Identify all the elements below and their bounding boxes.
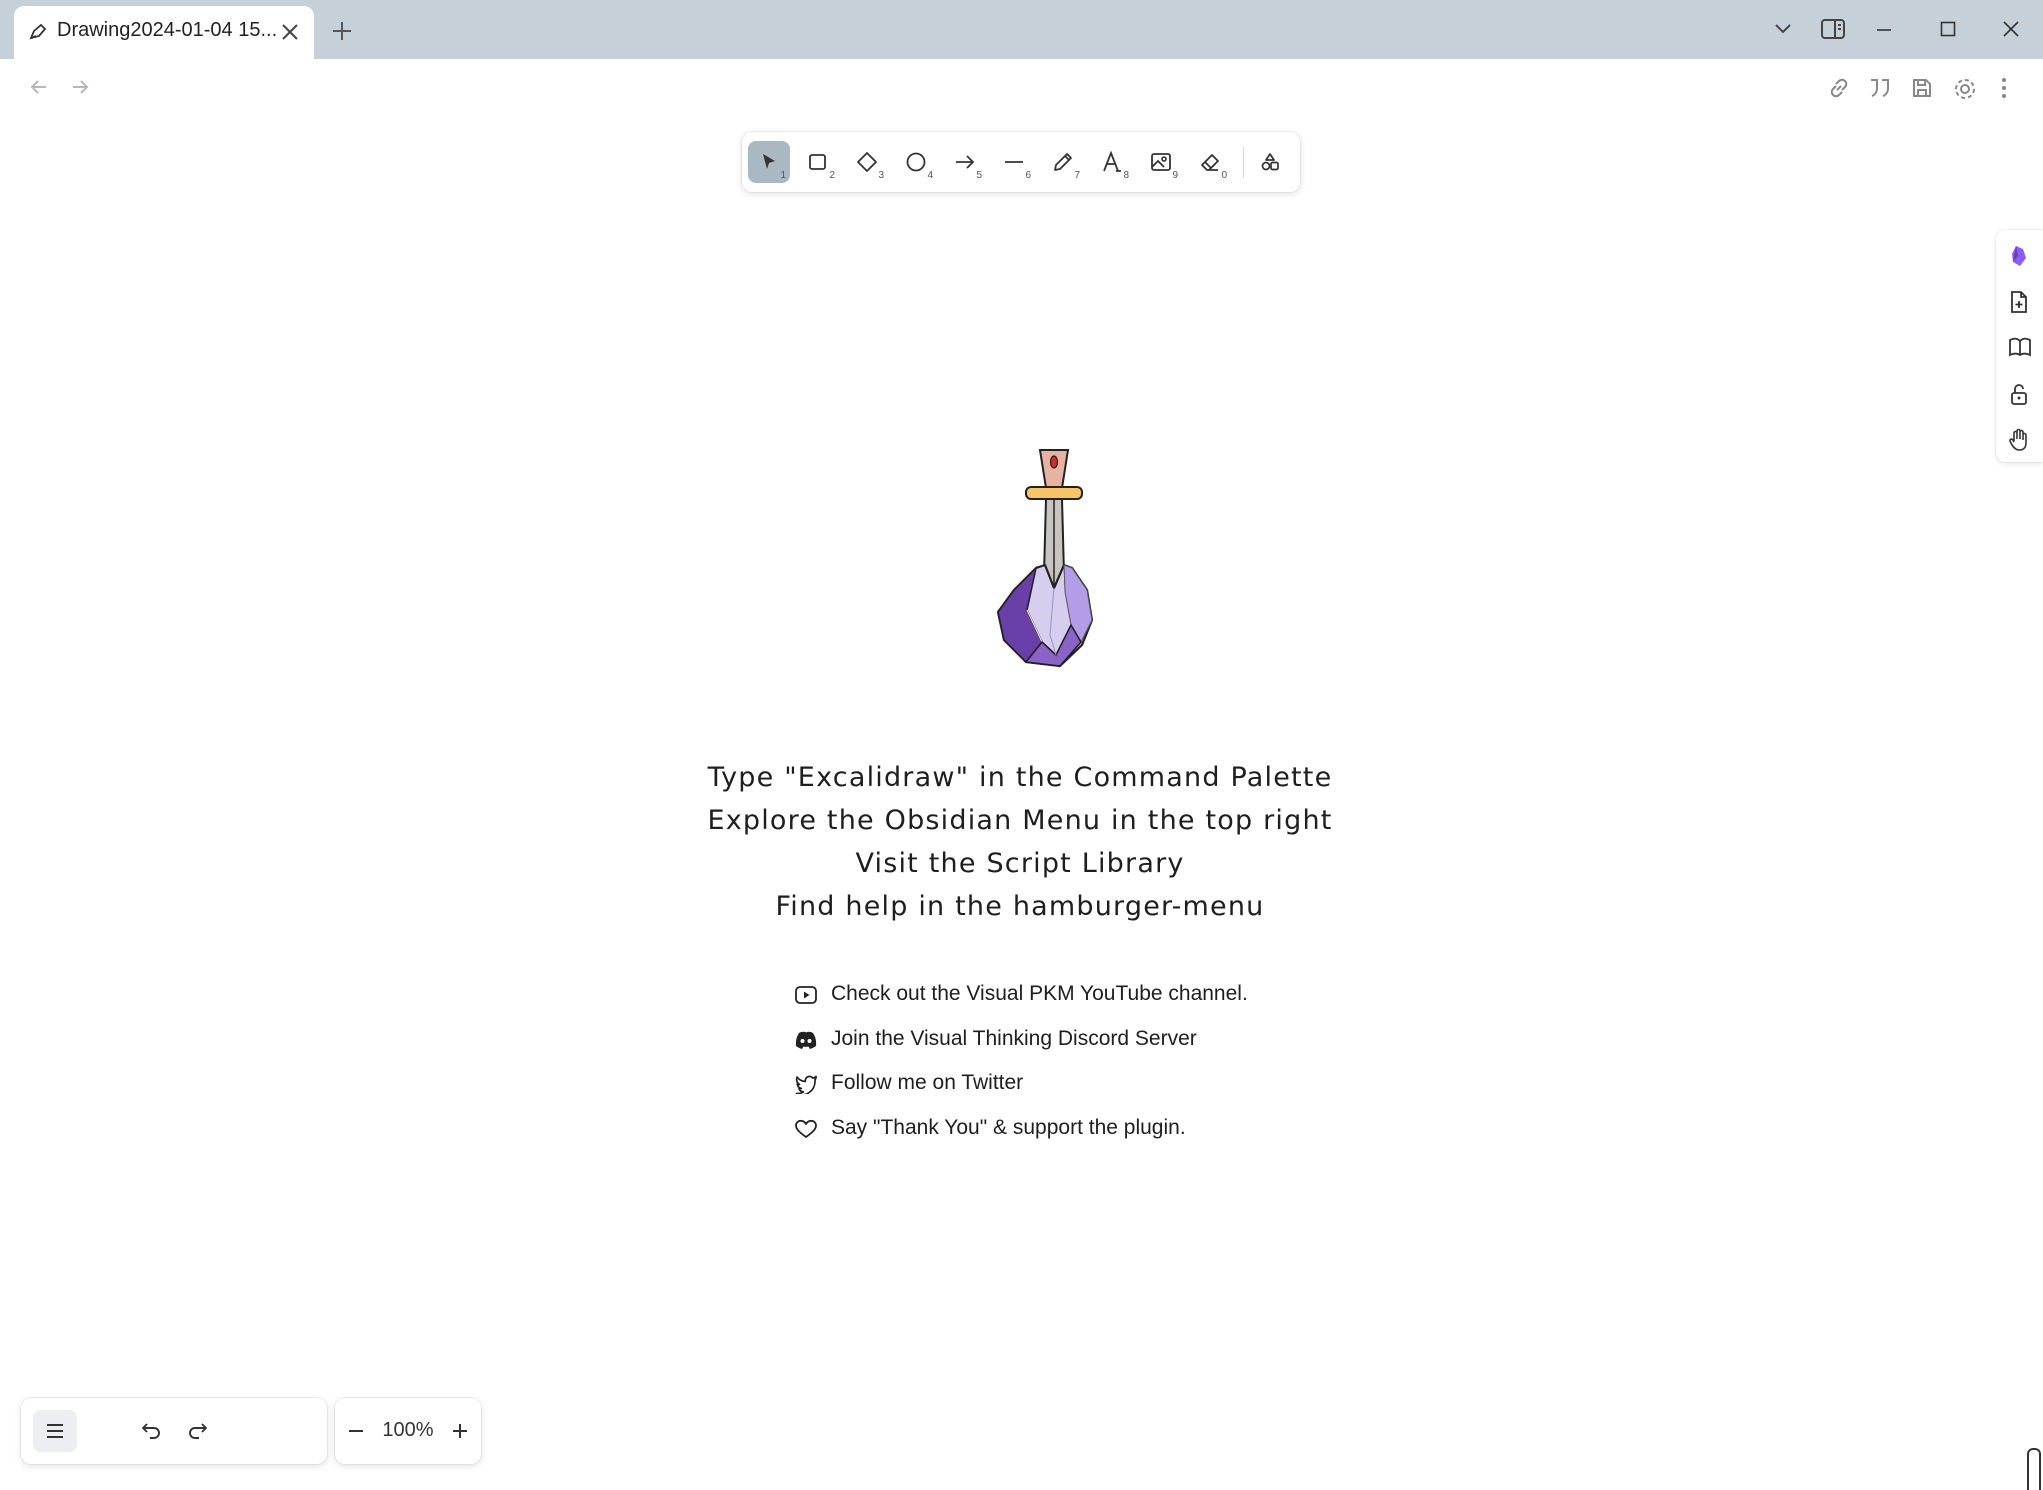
tool-selection[interactable]: 1 xyxy=(748,141,790,183)
tool-key: 3 xyxy=(878,170,884,181)
bottom-left-toolbar xyxy=(21,1398,327,1464)
link-label: Check out the Visual PKM YouTube channel… xyxy=(831,982,1248,1005)
more-options-icon[interactable] xyxy=(1994,76,2014,100)
arrow-icon xyxy=(956,155,975,169)
scroll-handle[interactable] xyxy=(2027,1448,2041,1490)
quote-icon[interactable] xyxy=(1868,76,1892,100)
line-icon xyxy=(1005,161,1023,163)
save-icon[interactable] xyxy=(1910,76,1934,100)
redo-icon[interactable] xyxy=(187,1420,209,1440)
zoom-in-icon[interactable] xyxy=(450,1421,470,1441)
maximize-icon[interactable] xyxy=(1940,21,1956,37)
hamburger-menu-button[interactable] xyxy=(33,1410,77,1452)
library-book-icon[interactable] xyxy=(2008,336,2032,358)
link-icon[interactable] xyxy=(1827,76,1851,100)
tool-key: 8 xyxy=(1123,170,1129,181)
unlock-icon[interactable] xyxy=(2008,382,2030,406)
settings-icon[interactable] xyxy=(1952,76,1978,102)
tool-ellipse[interactable]: 4 xyxy=(895,141,937,183)
minimize-icon[interactable] xyxy=(1876,28,1892,32)
tool-key: 0 xyxy=(1221,170,1227,181)
side-toolbar xyxy=(1996,230,2043,462)
youtube-icon xyxy=(795,986,817,1004)
tool-key: 2 xyxy=(829,170,835,181)
eraser-icon xyxy=(1201,154,1219,171)
toolbar-divider xyxy=(1243,146,1244,178)
tool-diamond[interactable]: 3 xyxy=(846,141,888,183)
new-tab-plus-icon[interactable] xyxy=(331,20,353,42)
excalidraw-logo-illustration xyxy=(940,440,1152,710)
zoom-out-icon[interactable] xyxy=(346,1421,366,1441)
tab-close-icon[interactable] xyxy=(280,22,300,42)
link-label: Say "Thank You" & support the plugin. xyxy=(831,1115,1186,1139)
text-icon xyxy=(1103,151,1121,172)
pencil-icon xyxy=(1054,153,1072,171)
title-bar: Drawing2024-01-04 15... xyxy=(0,0,2043,60)
excalidraw-pen-icon xyxy=(28,22,48,42)
zoom-level[interactable]: 100% xyxy=(370,1419,446,1442)
image-icon xyxy=(1151,153,1171,171)
obsidian-logo-icon[interactable] xyxy=(2008,244,2030,268)
back-arrow-icon[interactable] xyxy=(28,76,50,98)
link-label: Follow me on Twitter xyxy=(831,1071,1024,1094)
tool-rectangle[interactable]: 2 xyxy=(797,141,839,183)
undo-icon[interactable] xyxy=(140,1420,162,1440)
tool-key: 7 xyxy=(1074,170,1080,181)
tab-title: Drawing2024-01-04 15... xyxy=(57,19,278,41)
pointer-icon xyxy=(763,154,775,169)
tool-key: 9 xyxy=(1172,170,1178,181)
hamburger-menu-icon xyxy=(47,1424,63,1438)
tab-drawing[interactable]: Drawing2024-01-04 15... xyxy=(14,6,314,60)
instruction-line: Visit the Script Library xyxy=(855,848,1185,879)
heart-icon xyxy=(795,1119,817,1138)
welcome-instructions: Type "Excalidraw" in the Command Palette… xyxy=(640,756,1400,928)
tab-list-chevron-icon[interactable] xyxy=(1773,22,1793,36)
shapes-toolbar: 1 2 3 4 5 6 7 8 9 0 xyxy=(742,132,1300,192)
tool-draw[interactable]: 7 xyxy=(1042,141,1084,183)
tool-line[interactable]: 6 xyxy=(993,141,1035,183)
tool-key: 6 xyxy=(1025,170,1031,181)
tool-key: 4 xyxy=(927,170,933,181)
zoom-controls: 100% xyxy=(335,1398,481,1464)
instruction-line: Explore the Obsidian Menu in the top rig… xyxy=(707,805,1333,836)
view-header xyxy=(0,59,2043,119)
forward-arrow-icon[interactable] xyxy=(69,76,91,98)
tool-more-shapes[interactable] xyxy=(1249,141,1291,183)
close-icon[interactable] xyxy=(2003,21,2019,37)
tool-image[interactable]: 9 xyxy=(1140,141,1182,183)
tool-key: 1 xyxy=(780,170,786,181)
instruction-line: Find help in the hamburger-menu xyxy=(775,891,1265,922)
discord-icon xyxy=(795,1031,817,1049)
tool-arrow[interactable]: 5 xyxy=(944,141,986,183)
link-label: Join the Visual Thinking Discord Server xyxy=(831,1026,1197,1050)
twitter-icon xyxy=(795,1075,817,1094)
hand-pan-icon[interactable] xyxy=(2008,428,2030,452)
tool-text[interactable]: 8 xyxy=(1091,141,1133,183)
rectangle-icon xyxy=(809,154,826,170)
instruction-line: Type "Excalidraw" in the Command Palette xyxy=(707,762,1333,793)
split-view-icon[interactable] xyxy=(1820,18,1846,40)
ellipse-icon xyxy=(906,152,926,172)
tool-eraser[interactable]: 0 xyxy=(1189,141,1231,183)
shapes-icon xyxy=(1261,153,1279,171)
new-file-icon[interactable] xyxy=(2008,290,2030,314)
diamond-icon xyxy=(857,152,877,172)
tool-key: 5 xyxy=(976,170,982,181)
